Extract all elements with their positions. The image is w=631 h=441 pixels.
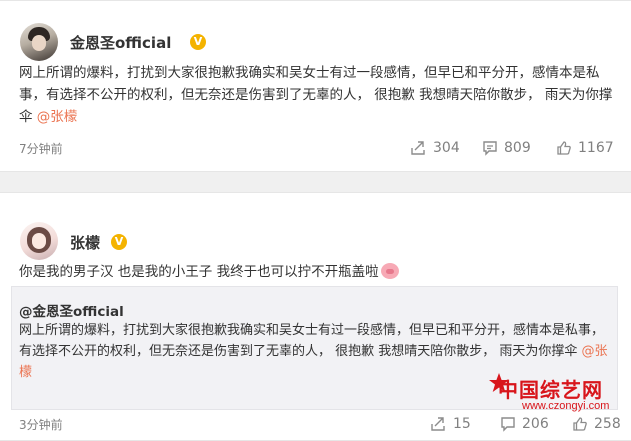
post-text: 网上所谓的爆料，打扰到大家很抱歉我确实和吴女士有过一段感情，但早已和平分开，感情… (19, 62, 617, 128)
repost-icon (410, 140, 427, 156)
weibo-feed: 金恩圣official V 网上所谓的爆料，打扰到大家很抱歉我确实和吴女士有过一… (0, 0, 631, 441)
post-card: 金恩圣official V 网上所谓的爆料，打扰到大家很抱歉我确实和吴女士有过一… (0, 0, 631, 172)
repost-icon (430, 416, 447, 432)
verified-badge-icon: V (111, 234, 127, 250)
comment-button[interactable]: 809 (482, 140, 531, 156)
repost-count: 15 (453, 416, 471, 432)
avatar-face (32, 233, 46, 249)
avatar[interactable] (20, 222, 58, 260)
avatar-face (32, 35, 46, 51)
quoted-text-body: 网上所谓的爆料，打扰到大家很抱歉我确实和吴女士有过一段感情，但早已和平分开，感情… (19, 323, 605, 359)
post-timestamp[interactable]: 7分钟前 (19, 140, 63, 157)
thumbs-up-icon (556, 140, 572, 156)
post-mention-link[interactable]: @张檬 (37, 109, 78, 125)
comment-icon (482, 140, 498, 156)
like-button[interactable]: 1167 (556, 140, 614, 156)
repost-button[interactable]: 15 (430, 416, 471, 432)
repost-text: 你是我的男子汉 也是我的小王子 我终于也可以拧不开瓶盖啦 (19, 260, 617, 283)
pig-face-icon (380, 263, 399, 279)
repost-count: 304 (433, 140, 460, 156)
avatar[interactable] (20, 23, 58, 61)
watermark-title: 中国综艺网 (498, 378, 603, 402)
post-text-body: 网上所谓的爆料，打扰到大家很抱歉我确实和吴女士有过一段感情，但早已和平分开，感情… (19, 65, 613, 125)
like-count: 1167 (578, 140, 614, 156)
repost-button[interactable]: 304 (410, 140, 460, 156)
quoted-author-name[interactable]: @金恩圣official (19, 300, 124, 320)
repost-author-name[interactable]: 张檬 (70, 232, 100, 253)
comment-count: 809 (504, 140, 531, 156)
watermark-url: www.czongyi.com (522, 400, 610, 412)
repost-text-body: 你是我的男子汉 也是我的小王子 我终于也可以拧不开瓶盖啦 (19, 264, 379, 280)
site-watermark: 中国综艺网 www.czongyi.com (488, 373, 628, 422)
repost-timestamp[interactable]: 3分钟前 (19, 416, 63, 433)
verified-badge-icon: V (190, 34, 206, 50)
post-author-name[interactable]: 金恩圣official (70, 32, 171, 53)
